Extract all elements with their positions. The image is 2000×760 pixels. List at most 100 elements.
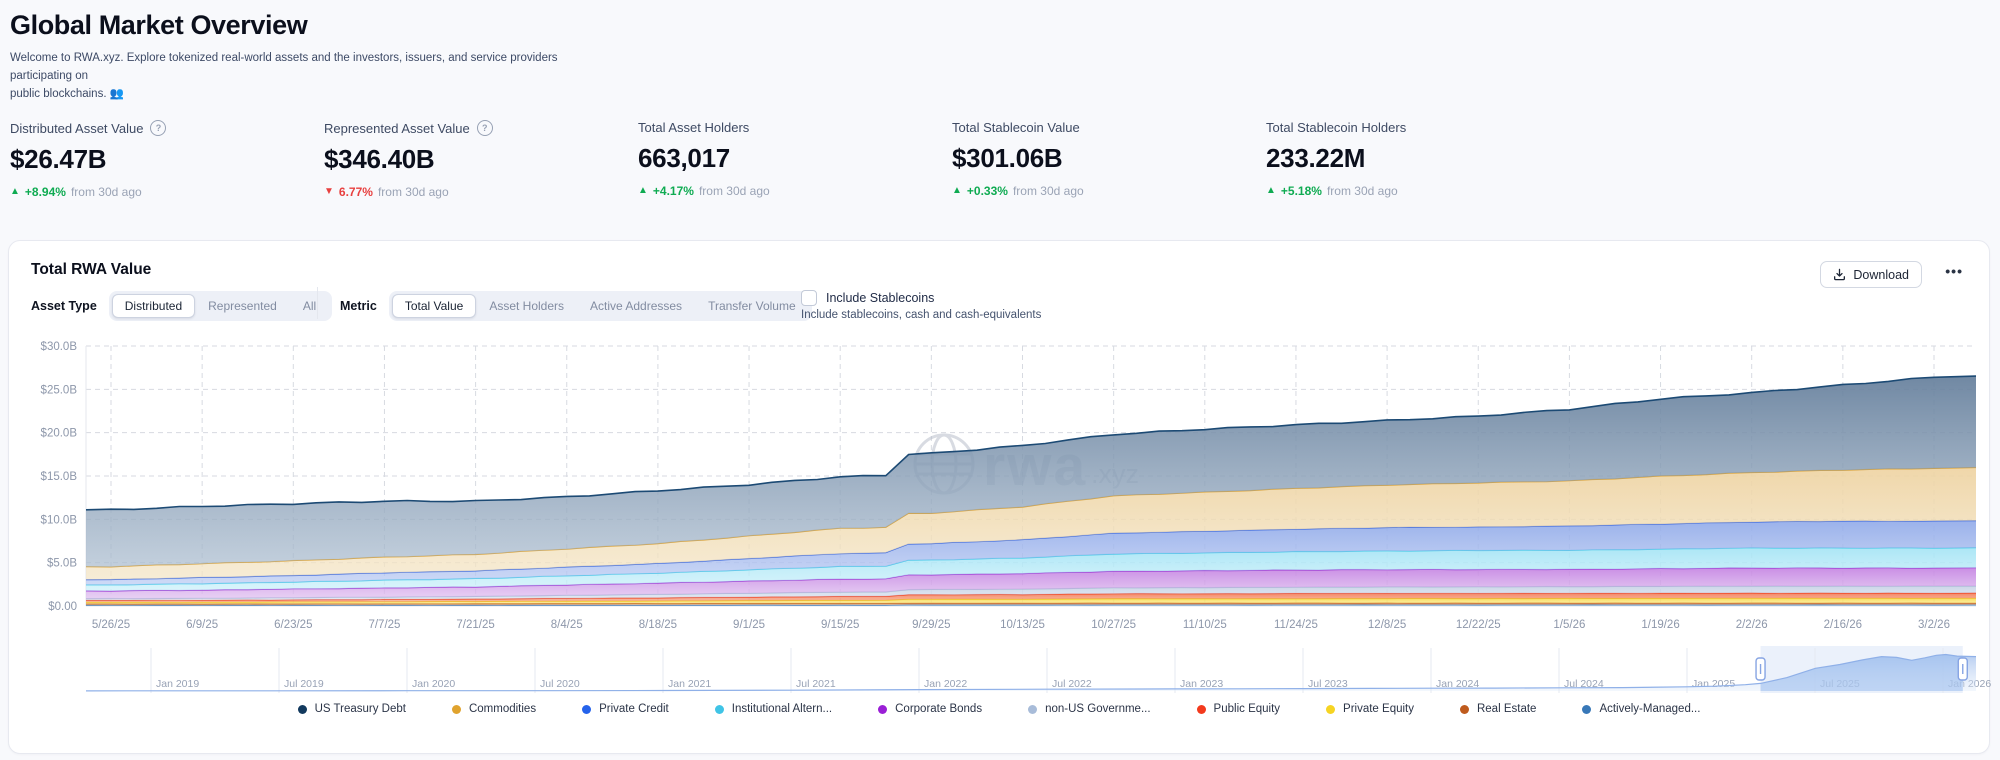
legend-item-private-equity[interactable]: Private Equity <box>1326 703 1414 715</box>
panel-title: Total RWA Value <box>31 261 151 279</box>
legend-label: non-US Governme... <box>1045 703 1150 715</box>
legend-item-real-estate[interactable]: Real Estate <box>1460 703 1536 715</box>
stat-change: ▲ +4.17% from 30d ago <box>638 184 952 198</box>
timeline-label: Jan 2020 <box>412 678 455 690</box>
y-axis-label: $15.0B <box>41 471 78 483</box>
x-axis-label: 12/22/25 <box>1456 619 1501 631</box>
asset-type-segmented: Distributed Represented All <box>109 291 332 321</box>
stat-total-stablecoin-holders: Total Stablecoin Holders 233.22M ▲ +5.18… <box>1266 120 1580 199</box>
stat-change-suffix: from 30d ago <box>1013 184 1084 198</box>
metric-option-active-addresses[interactable]: Active Addresses <box>577 294 695 318</box>
x-axis-label: 10/27/25 <box>1091 619 1136 631</box>
legend-label: Institutional Altern... <box>732 703 832 715</box>
x-axis-label: 5/26/25 <box>92 619 130 631</box>
x-axis-label: 8/18/25 <box>639 619 677 631</box>
stat-change: ▲ +5.18% from 30d ago <box>1266 184 1580 198</box>
page-subtitle-line1: Welcome to RWA.xyz. Explore tokenized re… <box>10 50 570 86</box>
x-axis-label: 11/24/25 <box>1274 619 1318 631</box>
legend-item-non-us-governme[interactable]: non-US Governme... <box>1028 703 1150 715</box>
asset-type-option-distributed[interactable]: Distributed <box>112 294 195 318</box>
chart-legend: US Treasury Debt Commodities Private Credi… <box>9 703 1989 715</box>
stat-distributed-asset-value: Distributed Asset Value ? $26.47B ▲ +8.9… <box>10 120 324 199</box>
stat-change-pct: +4.17% <box>653 184 694 198</box>
x-axis-label: 9/29/25 <box>912 619 950 631</box>
x-axis-label: 6/9/25 <box>186 619 218 631</box>
x-axis-label: 7/7/25 <box>368 619 400 631</box>
include-stablecoins-checkbox[interactable] <box>801 290 817 306</box>
metric-option-asset-holders[interactable]: Asset Holders <box>476 294 577 318</box>
stat-value: 663,017 <box>638 143 952 174</box>
legend-item-us-treasury-debt[interactable]: US Treasury Debt <box>298 703 406 715</box>
timeline-label: Jul 2019 <box>284 678 324 690</box>
y-axis-label: $5.0B <box>47 558 77 570</box>
down-arrow-icon: ▼ <box>324 187 334 197</box>
y-axis-label: $20.0B <box>41 428 78 440</box>
x-axis-label: 7/21/25 <box>456 619 494 631</box>
legend-label: Private Credit <box>599 703 669 715</box>
legend-label: Private Equity <box>1343 703 1414 715</box>
legend-item-corporate-bonds[interactable]: Corporate Bonds <box>878 703 982 715</box>
stat-change-suffix: from 30d ago <box>1327 184 1398 198</box>
stat-change-pct: +5.18% <box>1281 184 1322 198</box>
x-axis-label: 11/10/25 <box>1183 619 1227 631</box>
legend-dot-non-us-governme <box>1028 705 1037 714</box>
stat-value: 233.22M <box>1266 143 1580 174</box>
x-axis-label: 1/19/26 <box>1641 619 1679 631</box>
stat-change-suffix: from 30d ago <box>378 185 449 199</box>
legend-dot-us-treasury-debt <box>298 705 307 714</box>
stat-total-stablecoin-value: Total Stablecoin Value $301.06B ▲ +0.33%… <box>952 120 1266 199</box>
legend-item-institutional-altern[interactable]: Institutional Altern... <box>715 703 832 715</box>
y-axis-label: $30.0B <box>41 341 78 353</box>
asset-type-control: Asset Type Distributed Represented All <box>31 291 332 321</box>
stat-value: $26.47B <box>10 144 324 175</box>
up-arrow-icon: ▲ <box>952 186 962 196</box>
timeline-label: Jan 2023 <box>1180 678 1223 690</box>
stat-change: ▲ +8.94% from 30d ago <box>10 185 324 199</box>
x-axis-label: 1/5/26 <box>1553 619 1585 631</box>
legend-item-actively-managed[interactable]: Actively-Managed... <box>1582 703 1700 715</box>
y-axis-label: $10.0B <box>41 514 78 526</box>
up-arrow-icon: ▲ <box>638 186 648 196</box>
stat-total-asset-holders: Total Asset Holders 663,017 ▲ +4.17% fro… <box>638 120 952 199</box>
download-button[interactable]: Download <box>1820 261 1922 288</box>
x-axis-label: 6/23/25 <box>274 619 312 631</box>
asset-type-option-all[interactable]: All <box>290 294 329 318</box>
legend-dot-actively-managed <box>1582 705 1591 714</box>
page-subtitle-line2: public blockchains. 👥 <box>10 86 570 104</box>
asset-type-label: Asset Type <box>31 299 97 313</box>
legend-item-commodities[interactable]: Commodities <box>452 703 536 715</box>
chart-plot-area[interactable] <box>86 346 1976 606</box>
y-axis-label: $0.00 <box>48 601 77 613</box>
stat-change-pct: 6.77% <box>339 185 373 199</box>
x-axis-label: 3/2/26 <box>1918 619 1950 631</box>
metric-control: Metric Total Value Asset Holders Active … <box>340 291 812 321</box>
x-axis-label: 9/15/25 <box>821 619 859 631</box>
x-axis-label: 2/16/26 <box>1824 619 1862 631</box>
stat-value: $301.06B <box>952 143 1266 174</box>
controls-divider <box>317 287 318 319</box>
total-rwa-value-chart: $0.00$5.0B$10.0B$15.0B$20.0B$25.0B$30.0B… <box>9 336 1991 708</box>
stats-row: Distributed Asset Value ? $26.47B ▲ +8.9… <box>10 120 1580 199</box>
help-icon[interactable]: ? <box>150 120 166 136</box>
metric-option-total-value[interactable]: Total Value <box>392 294 476 318</box>
legend-label: Actively-Managed... <box>1599 703 1700 715</box>
timeline-label: Jan 2019 <box>156 678 199 690</box>
timeline-label: Jul 2022 <box>1052 678 1092 690</box>
metric-label: Metric <box>340 299 377 313</box>
legend-dot-corporate-bonds <box>878 705 887 714</box>
legend-item-public-equity[interactable]: Public Equity <box>1197 703 1280 715</box>
legend-dot-real-estate <box>1460 705 1469 714</box>
stat-change-pct: +0.33% <box>967 184 1008 198</box>
page-subtitle: Welcome to RWA.xyz. Explore tokenized re… <box>10 50 570 103</box>
x-axis-label: 12/8/25 <box>1368 619 1406 631</box>
legend-dot-commodities <box>452 705 461 714</box>
legend-item-private-credit[interactable]: Private Credit <box>582 703 669 715</box>
legend-dot-public-equity <box>1197 705 1206 714</box>
stat-change-pct: +8.94% <box>25 185 66 199</box>
metric-option-transfer-volume[interactable]: Transfer Volume <box>695 294 809 318</box>
help-icon[interactable]: ? <box>477 120 493 136</box>
legend-dot-private-equity <box>1326 705 1335 714</box>
asset-type-option-represented[interactable]: Represented <box>195 294 290 318</box>
timeline-label: Jan 2022 <box>924 678 967 690</box>
more-menu-icon[interactable]: ••• <box>1945 263 1963 279</box>
